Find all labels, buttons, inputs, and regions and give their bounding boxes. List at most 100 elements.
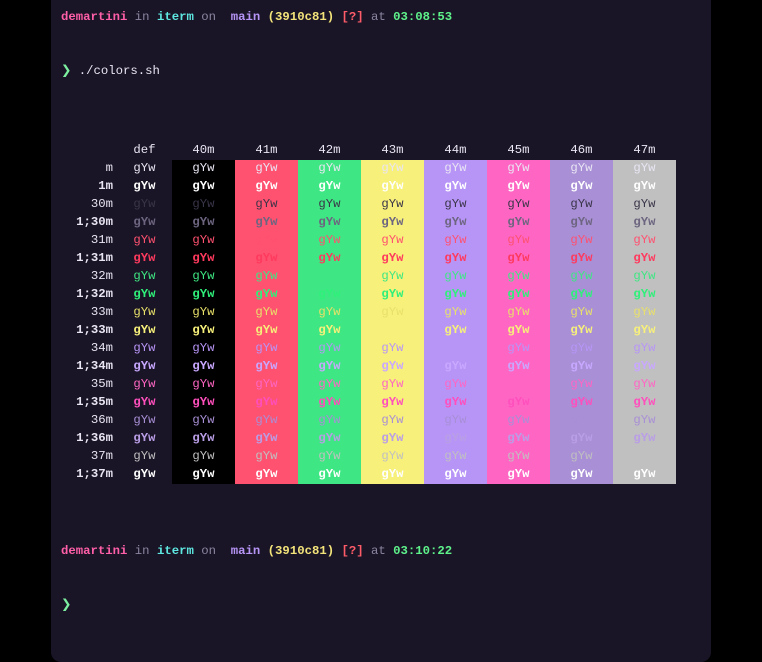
color-cell: gYw xyxy=(424,412,487,430)
row-label: 1;32m xyxy=(61,286,117,304)
color-cell: gYw xyxy=(117,358,172,376)
row-label: 34m xyxy=(61,340,117,358)
color-cell: gYw xyxy=(424,430,487,448)
color-cell: gYw xyxy=(424,358,487,376)
color-cell: gYw xyxy=(487,232,550,250)
terminal-body[interactable]: demartini in iterm on main (3910c81) [?]… xyxy=(51,0,711,662)
color-cell: gYw xyxy=(235,178,298,196)
color-cell: gYw xyxy=(117,376,172,394)
color-cell: gYw xyxy=(361,232,424,250)
prompt-dirty: [?] xyxy=(334,10,364,24)
color-cell: gYw xyxy=(550,196,613,214)
color-cell: gYw xyxy=(117,214,172,232)
color-cell: gYw xyxy=(424,466,487,484)
color-cell: gYw xyxy=(235,448,298,466)
color-cell: gYw xyxy=(487,322,550,340)
color-cell: gYw xyxy=(235,340,298,358)
color-cell: gYw xyxy=(487,358,550,376)
color-cell: gYw xyxy=(550,232,613,250)
color-cell: gYw xyxy=(298,160,361,178)
row-label: 32m xyxy=(61,268,117,286)
color-cell: gYw xyxy=(172,376,235,394)
color-cell: gYw xyxy=(361,304,424,322)
color-cell: gYw xyxy=(235,196,298,214)
color-cell: gYw xyxy=(235,214,298,232)
color-cell: gYw xyxy=(361,466,424,484)
color-cell: gYw xyxy=(613,178,676,196)
color-cell: gYw xyxy=(550,412,613,430)
color-cell: gYw xyxy=(172,322,235,340)
row-label: 1;33m xyxy=(61,322,117,340)
color-cell: gYw xyxy=(613,322,676,340)
color-cell: gYw xyxy=(613,358,676,376)
color-cell: gYw xyxy=(172,394,235,412)
color-cell: gYw xyxy=(172,466,235,484)
color-cell: gYw xyxy=(235,430,298,448)
color-cell: gYw xyxy=(361,160,424,178)
color-cell: gYw xyxy=(117,178,172,196)
table-row: 1;34mgYwgYwgYwgYwgYwgYwgYwgYwgYw xyxy=(61,358,701,376)
color-cell: gYw xyxy=(613,214,676,232)
color-cell: gYw xyxy=(487,196,550,214)
row-label: m xyxy=(61,160,117,178)
color-cell: gYw xyxy=(424,196,487,214)
color-cell: gYw xyxy=(550,448,613,466)
color-cell: gYw xyxy=(550,376,613,394)
color-cell: gYw xyxy=(487,448,550,466)
color-cell: gYw xyxy=(361,268,424,286)
color-cell: gYw xyxy=(487,286,550,304)
color-cell: gYw xyxy=(424,448,487,466)
prompt-symbol: ❯ xyxy=(61,64,79,78)
color-cell: gYw xyxy=(361,214,424,232)
color-cell: gYw xyxy=(424,268,487,286)
color-cell: gYw xyxy=(172,178,235,196)
column-header: 44m xyxy=(424,142,487,160)
color-cell: gYw xyxy=(172,304,235,322)
terminal-window: ⌘1 demartini@demartini-mac — iterm (-fis… xyxy=(51,0,711,662)
color-cell: gYw xyxy=(172,412,235,430)
table-row: 1;30mgYwgYwgYwgYwgYwgYwgYwgYwgYw xyxy=(61,214,701,232)
color-cell: gYw xyxy=(235,160,298,178)
color-cell: gYw xyxy=(550,268,613,286)
color-cell: gYw xyxy=(424,160,487,178)
color-cell: gYw xyxy=(235,466,298,484)
color-cell: gYw xyxy=(117,196,172,214)
color-cell: gYw xyxy=(487,304,550,322)
color-cell: gYw xyxy=(298,322,361,340)
prompt-line-1: demartini in iterm on main (3910c81) [?]… xyxy=(61,9,701,27)
column-header: 42m xyxy=(298,142,361,160)
color-cell: gYw xyxy=(235,322,298,340)
table-row: 1;35mgYwgYwgYwgYwgYwgYwgYwgYwgYw xyxy=(61,394,701,412)
color-cell: gYw xyxy=(424,250,487,268)
row-label: 1;34m xyxy=(61,358,117,376)
prompt-branch: main xyxy=(223,10,260,24)
row-label: 1;36m xyxy=(61,430,117,448)
color-cell: gYw xyxy=(117,160,172,178)
color-cell: gYw xyxy=(172,358,235,376)
color-cell: gYw xyxy=(298,286,361,304)
table-row: 1;36mgYwgYwgYwgYwgYwgYwgYwgYwgYw xyxy=(61,430,701,448)
column-header: 45m xyxy=(487,142,550,160)
color-cell: gYw xyxy=(235,412,298,430)
color-cell: gYw xyxy=(613,448,676,466)
color-cell: gYw xyxy=(424,232,487,250)
color-cell: gYw xyxy=(550,160,613,178)
color-cell: gYw xyxy=(361,196,424,214)
row-label: 1;37m xyxy=(61,466,117,484)
color-cell: gYw xyxy=(235,286,298,304)
color-cell: gYw xyxy=(487,214,550,232)
color-cell: gYw xyxy=(424,394,487,412)
color-cell: gYw xyxy=(117,250,172,268)
color-cell: gYw xyxy=(487,160,550,178)
color-cell: gYw xyxy=(117,466,172,484)
color-cell: gYw xyxy=(172,232,235,250)
row-label: 1;35m xyxy=(61,394,117,412)
color-cell: gYw xyxy=(613,340,676,358)
table-row: 30mgYwgYwgYwgYwgYwgYwgYwgYwgYw xyxy=(61,196,701,214)
color-cell: gYw xyxy=(235,394,298,412)
table-row: 1;32mgYwgYwgYwgYwgYwgYwgYwgYwgYw xyxy=(61,286,701,304)
color-cell: gYw xyxy=(613,376,676,394)
color-cell: gYw xyxy=(487,376,550,394)
prompt-symbol: ❯ xyxy=(61,598,71,612)
color-cell: gYw xyxy=(117,340,172,358)
